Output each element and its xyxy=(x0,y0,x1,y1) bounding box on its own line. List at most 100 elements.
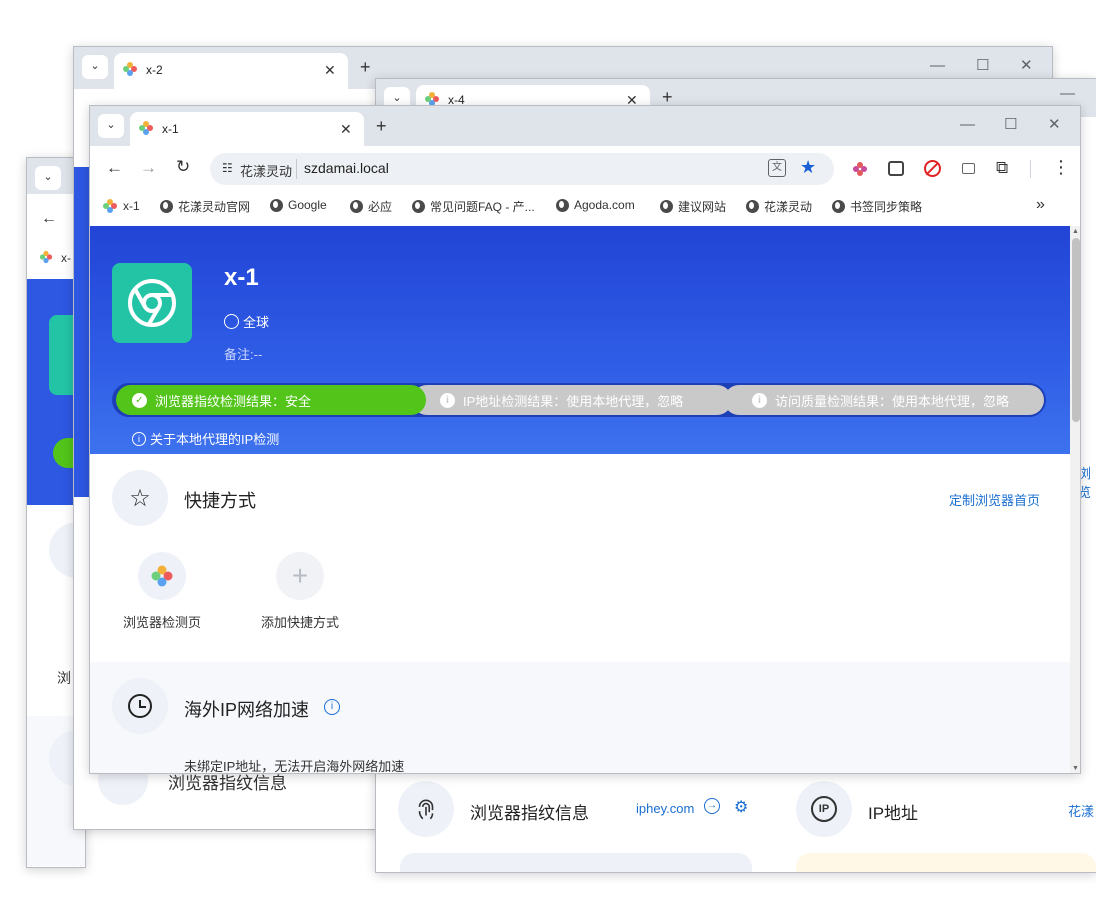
back-arrow-icon[interactable]: ← xyxy=(106,158,123,178)
bookmark-item[interactable]: 花漾灵动 xyxy=(746,198,812,215)
iphey-link[interactable]: iphey.com xyxy=(636,801,694,816)
tab-x1[interactable]: x-1 ✕ xyxy=(130,112,364,146)
site-info-icon[interactable]: ☷ xyxy=(222,161,233,175)
overseas-info-icon[interactable]: i xyxy=(324,699,340,715)
shortcut-item-add[interactable]: + 添加快捷方式 xyxy=(250,552,350,642)
toolbar-divider xyxy=(1030,160,1031,178)
cut-text: 浏 xyxy=(57,670,71,686)
profile-name: x-1 xyxy=(224,264,259,291)
bookmark-item[interactable]: Agoda.com xyxy=(556,198,635,212)
globe-icon xyxy=(160,200,173,213)
check-label: IP地址检测结果：使用本地代理，忽略 xyxy=(463,393,684,409)
bookmark-label: 建议网站 xyxy=(678,200,727,214)
tab-title: x-1 xyxy=(162,122,179,136)
fingerprint-info-label: 浏览器指纹信息 xyxy=(470,804,589,823)
bookmark-label: 必应 xyxy=(368,200,393,214)
bookmark-item[interactable]: x-1 xyxy=(102,198,140,214)
translate-icon[interactable]: 文 xyxy=(768,159,786,177)
bookmark-star-icon[interactable]: ★ xyxy=(800,157,816,178)
check-label: 访问质量检测结果：使用本地代理，忽略 xyxy=(775,393,1010,409)
shortcut-tile-icon xyxy=(138,552,186,600)
fingerprint-row-bg xyxy=(400,853,752,872)
app-icon xyxy=(112,263,192,343)
forward-arrow-icon[interactable]: → xyxy=(140,158,157,178)
bookmark-item[interactable]: Google xyxy=(270,198,327,212)
quality-check-pill[interactable]: i 访问质量检测结果：使用本地代理，忽略 xyxy=(724,385,1044,415)
page-content: x-1 全球 备注:-- ✓ 浏览器指纹检测结果：安全 i IP地址检测结果：使… xyxy=(90,226,1070,773)
bookmark-label: 花漾灵动官网 xyxy=(178,200,251,214)
bookmark-item[interactable]: 花漾灵动官网 xyxy=(160,198,250,215)
omnibox[interactable]: ☷ 花漾灵动 szdamai.local 文 ★ xyxy=(210,153,834,185)
extensions-puzzle-icon[interactable]: ⧉ xyxy=(996,158,1008,178)
scrollbar-thumb[interactable] xyxy=(1072,238,1080,422)
huayang-icon xyxy=(103,199,117,213)
ip-address-label: IP地址 xyxy=(868,804,919,823)
site-chip: 花漾灵动 xyxy=(240,164,293,179)
iphey-go-icon[interactable]: → xyxy=(704,798,720,814)
scroll-down-arrow[interactable]: ▼ xyxy=(1072,765,1079,772)
bookmark-item[interactable]: 必应 xyxy=(350,198,392,215)
huayang-icon xyxy=(151,565,173,587)
tab-list-button[interactable]: ⌄ xyxy=(98,114,124,138)
region-text: 全球 xyxy=(243,315,270,330)
clock-icon xyxy=(112,678,168,734)
info-circle-icon: i xyxy=(752,392,767,408)
bookmark-item[interactable]: 常见问题FAQ - 产... xyxy=(412,198,535,215)
fingerprint-icon xyxy=(398,781,454,837)
info-circle-icon: i xyxy=(440,392,455,408)
customize-homepage-link[interactable]: 定制浏览器首页 xyxy=(949,490,1040,509)
extension-robot-icon[interactable] xyxy=(888,161,904,176)
toolbar: ← → ↻ ☷ 花漾灵动 szdamai.local 文 ★ ⧉ ⋮ xyxy=(90,150,1080,188)
close-window-icon[interactable]: ✕ xyxy=(1020,56,1033,74)
tab-favicon-icon xyxy=(123,62,137,76)
tab-favicon-icon xyxy=(139,121,153,135)
local-proxy-hint[interactable]: i 关于本地代理的IP检测 xyxy=(132,429,279,448)
extension-camera-icon[interactable] xyxy=(962,163,975,174)
huayang-link-partial[interactable]: 花漾 xyxy=(1068,801,1094,820)
shortcuts-title: 快捷方式 xyxy=(184,491,256,511)
menu-kebab-icon[interactable]: ⋮ xyxy=(1052,157,1070,178)
overseas-title: 海外IP网络加速 xyxy=(184,700,310,720)
bookmarks-overflow-icon[interactable]: » xyxy=(1036,196,1045,214)
tab-close-icon[interactable]: ✕ xyxy=(340,121,352,138)
close-window-icon[interactable]: ✕ xyxy=(1048,115,1061,133)
fingerprint-check-pill[interactable]: ✓ 浏览器指纹检测结果：安全 xyxy=(116,385,426,415)
bookmark-label: Agoda.com xyxy=(574,198,635,212)
bookmark-item[interactable]: 建议网站 xyxy=(660,198,726,215)
url-text[interactable]: szdamai.local xyxy=(304,160,389,176)
maximize-icon[interactable]: ☐ xyxy=(1004,115,1017,133)
back-arrow-icon[interactable]: ← xyxy=(41,210,57,228)
tab-close-icon[interactable]: ✕ xyxy=(324,62,336,79)
browser-window-x1: ⌄ x-1 ✕ + — ☐ ✕ ← → ↻ ☷ 花漾灵动 szdamai.loc… xyxy=(89,105,1081,774)
check-label: 浏览器指纹检测结果：安全 xyxy=(155,393,312,409)
globe-icon xyxy=(746,200,759,213)
tab-list-button[interactable]: ⌄ xyxy=(35,166,61,190)
globe-icon xyxy=(412,200,425,213)
scrollbar[interactable]: ▲ ▼ xyxy=(1070,226,1080,773)
tab-x2[interactable]: x-2 ✕ xyxy=(114,53,348,89)
proxy-row-bg xyxy=(796,853,1096,872)
new-tab-button[interactable]: + xyxy=(376,116,387,137)
check-circle-icon: ✓ xyxy=(132,392,147,408)
minimize-icon[interactable]: — xyxy=(960,116,975,133)
minimize-icon[interactable]: — xyxy=(1060,85,1075,102)
tab-list-button[interactable]: ⌄ xyxy=(82,55,108,79)
maximize-icon[interactable]: ☐ xyxy=(976,56,989,74)
tab-title: x-2 xyxy=(146,63,163,77)
ip-check-pill[interactable]: i IP地址检测结果：使用本地代理，忽略 xyxy=(412,385,732,415)
shortcut-item-check-page[interactable]: 浏览器检测页 xyxy=(114,552,210,642)
bookmark-item[interactable]: 书签同步策略 xyxy=(832,198,922,215)
minimize-icon[interactable]: — xyxy=(930,57,945,74)
scroll-up-arrow[interactable]: ▲ xyxy=(1072,228,1079,235)
bookmark-label: 书签同步策略 xyxy=(850,200,923,214)
settings-gear-icon[interactable]: ⚙ xyxy=(734,797,748,817)
reload-icon[interactable]: ↻ xyxy=(176,157,190,177)
bookmark-label: x-1 xyxy=(123,199,140,213)
shortcut-label: 添加快捷方式 xyxy=(260,615,339,630)
extension-huayang-icon[interactable] xyxy=(852,161,868,177)
extension-block-icon[interactable] xyxy=(924,160,941,177)
ip-icon: IP xyxy=(796,781,852,837)
new-tab-button[interactable]: + xyxy=(360,57,371,78)
bookmarks-bar: x-1 花漾灵动官网 Google 必应 常见问题FAQ - 产... Agod… xyxy=(90,190,1080,224)
shortcut-star-icon: ☆ xyxy=(112,470,168,526)
